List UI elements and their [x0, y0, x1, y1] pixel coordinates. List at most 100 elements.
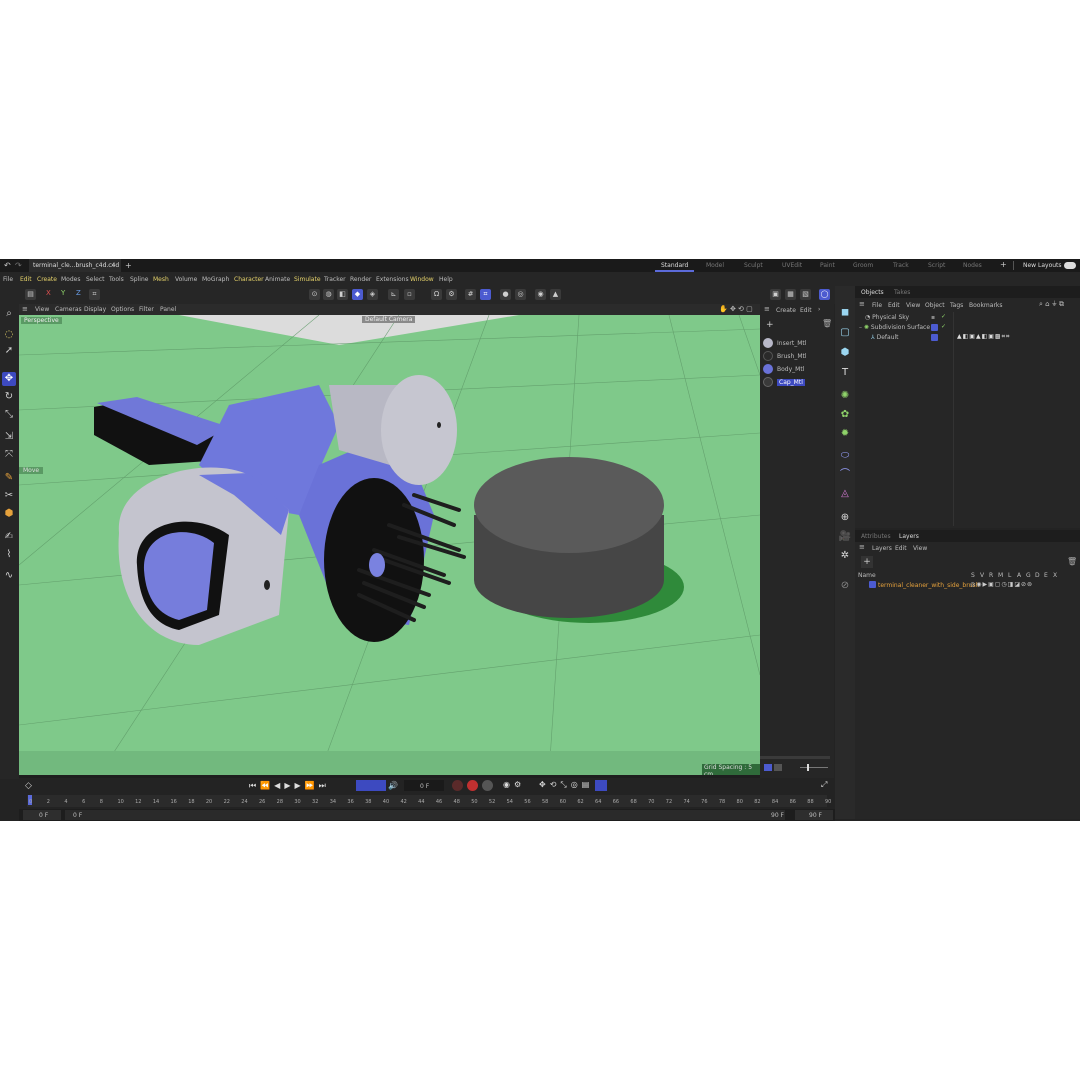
viewport-menu-view[interactable]: View — [35, 306, 49, 313]
axis-y-button[interactable]: Y — [61, 289, 65, 297]
transform-tool-icon[interactable]: ⇲ — [2, 430, 16, 444]
layer-toggle-icons[interactable]: ◎◉▶▣▢◷◨◪⊘⊚ — [970, 581, 1033, 588]
viewport-menu-panel[interactable]: Panel — [160, 306, 176, 313]
material-menu-more-icon[interactable]: › — [818, 306, 820, 313]
quantize-icon[interactable]: ⌗ — [480, 289, 491, 300]
material-item-cap[interactable]: Cap_Mtl — [762, 376, 830, 388]
loop-button[interactable] — [356, 780, 386, 791]
material-menu-create[interactable]: Create — [776, 307, 796, 314]
solo-icon[interactable]: ▫ — [404, 289, 415, 300]
tab-objects[interactable]: Objects — [861, 289, 884, 296]
generator-icon[interactable]: ✺ — [838, 389, 852, 403]
axis-tool-icon[interactable]: ⤧ — [2, 448, 16, 462]
lock-icon[interactable]: ● — [500, 289, 511, 300]
grid-snap-icon[interactable]: # — [465, 289, 476, 300]
menu-edit[interactable]: Edit — [20, 276, 32, 283]
layout-tab-track[interactable]: Track — [893, 262, 909, 269]
object-menu-bookmarks[interactable]: Bookmarks — [969, 302, 1003, 309]
viewport-menu-options[interactable]: Options — [111, 306, 134, 313]
layer-row[interactable]: terminal_cleaner_with_side_brush ◎◉▶▣▢◷◨… — [858, 580, 1078, 590]
preview-size-handle[interactable] — [807, 764, 809, 771]
edges-mode-icon[interactable]: ◍ — [323, 289, 334, 300]
viewport-render-icon[interactable]: ◯ — [819, 289, 830, 300]
axis-x-button[interactable]: X — [46, 289, 51, 297]
menu-tracker[interactable]: Tracker — [324, 276, 346, 283]
material-item-insert[interactable]: Insert_Mtl — [762, 337, 830, 349]
primitive-icon[interactable]: ⬢ — [838, 346, 852, 360]
menu-spline[interactable]: Spline — [130, 276, 148, 283]
current-frame-field[interactable]: 0 F — [404, 780, 444, 791]
layer-color-swatch[interactable] — [869, 581, 876, 590]
scale-tool-icon[interactable]: ⤡ — [2, 408, 16, 422]
object-mode-icon[interactable]: ◆ — [352, 289, 363, 300]
polygons-mode-icon[interactable]: ◧ — [337, 289, 348, 300]
menu-file[interactable]: File — [3, 276, 13, 283]
timeline-settings-button[interactable] — [595, 780, 607, 791]
model-mode-icon[interactable]: ▤ — [25, 289, 36, 300]
menu-volume[interactable]: Volume — [175, 276, 197, 283]
object-menu-object[interactable]: Object — [925, 302, 945, 309]
camera-icon[interactable]: 🎥 — [838, 530, 852, 544]
object-menu-file[interactable]: File — [872, 302, 882, 309]
paint-tool-icon[interactable]: ⌇ — [2, 548, 16, 562]
environment-icon[interactable]: ⊕ — [838, 511, 852, 525]
live-select-icon[interactable]: ➚ — [2, 344, 16, 358]
coordinate-system-icon[interactable]: ⌗ — [89, 289, 100, 300]
layout-tab-uvedit[interactable]: UVEdit — [782, 262, 802, 269]
viewport-solo-icon[interactable]: ◉ — [535, 289, 546, 300]
menu-extensions[interactable]: Extensions — [376, 276, 409, 283]
end-frame-field[interactable]: 90 F — [795, 810, 833, 820]
layout-tab-standard[interactable]: Standard — [654, 262, 695, 272]
menu-render[interactable]: Render — [350, 276, 371, 283]
material-menu-edit[interactable]: Edit — [800, 307, 812, 314]
render-settings-icon[interactable]: ▧ — [800, 289, 811, 300]
grid-view-icon[interactable] — [774, 764, 782, 771]
sound-icon[interactable]: 🔊 — [388, 781, 398, 790]
object-search-icon[interactable]: ⌕ ⌂ ⏚ ⧉ — [1039, 300, 1064, 309]
layers-menu-view[interactable]: View — [913, 545, 927, 552]
deformer-icon[interactable]: ⬭ — [838, 449, 852, 463]
menu-animate[interactable]: Animate — [265, 276, 290, 283]
points-mode-icon[interactable]: ⊙ — [309, 289, 320, 300]
rotate-tool-icon[interactable]: ↻ — [2, 390, 16, 404]
mograph-icon[interactable]: ✿ — [838, 408, 852, 422]
add-layer-button[interactable]: + — [861, 556, 873, 568]
range-slider[interactable]: 0 F 90 F — [65, 810, 785, 820]
field-icon[interactable]: ◬ — [838, 487, 852, 501]
extrude-tool-icon[interactable]: ⬢ — [2, 507, 16, 521]
material-tags-icons[interactable]: ▲◧▣▲◧▣▩⌗⌗ — [957, 333, 1010, 341]
knife-tool-icon[interactable]: ✂ — [2, 489, 16, 503]
workplane-icon[interactable]: ⊾ — [388, 289, 399, 300]
key-type-icons[interactable]: ◉⚙ — [503, 780, 525, 789]
spline-pen-icon[interactable]: ✎ — [2, 471, 16, 485]
effector-icon[interactable]: ✹ — [838, 427, 852, 441]
viewport-menu-filter[interactable]: Filter — [139, 306, 154, 313]
menu-modes[interactable]: Modes — [61, 276, 80, 283]
redo-icon[interactable]: ↷ — [15, 261, 22, 270]
text-icon[interactable]: T — [838, 366, 852, 380]
move-tool-icon[interactable]: ✥ — [2, 372, 16, 386]
layer-color-swatch[interactable] — [931, 324, 938, 333]
search-icon[interactable]: ⌕ — [2, 307, 16, 321]
menu-select[interactable]: Select — [86, 276, 105, 283]
keyframe-mode-icon[interactable]: ◇ — [25, 781, 32, 791]
key-track-icons[interactable]: ✥⟲⤡◎▤ — [539, 780, 593, 790]
autokey-icon[interactable] — [467, 780, 478, 791]
viewport-navigation-icons[interactable]: ✋ ✥ ⟲ ▢ — [719, 305, 753, 313]
render-picture-viewer-icon[interactable]: ▦ — [785, 289, 796, 300]
delete-layer-icon[interactable]: 🗑 — [1067, 557, 1077, 566]
layout-tab-nodes[interactable]: Nodes — [963, 262, 982, 269]
trash-icon[interactable]: 🗑 — [822, 319, 832, 328]
tab-attributes[interactable]: Attributes — [861, 533, 891, 540]
layout-tab-script[interactable]: Script — [928, 262, 945, 269]
list-view-icon[interactable] — [764, 764, 772, 771]
keyframe-selection-icon[interactable] — [482, 780, 493, 791]
cube-icon[interactable]: ◼ — [838, 306, 852, 320]
light-icon[interactable]: ✲ — [838, 549, 852, 563]
file-tab[interactable]: terminal_cle...brush_c4d.c4d x — [29, 259, 121, 272]
spline-object-icon[interactable]: ⌒ — [838, 468, 852, 482]
select-tool-icon[interactable]: ◌ — [2, 328, 16, 342]
object-menu-view[interactable]: View — [906, 302, 920, 309]
object-menu-edit[interactable]: Edit — [888, 302, 900, 309]
enabled-check-icon[interactable]: ✓ — [941, 323, 946, 330]
